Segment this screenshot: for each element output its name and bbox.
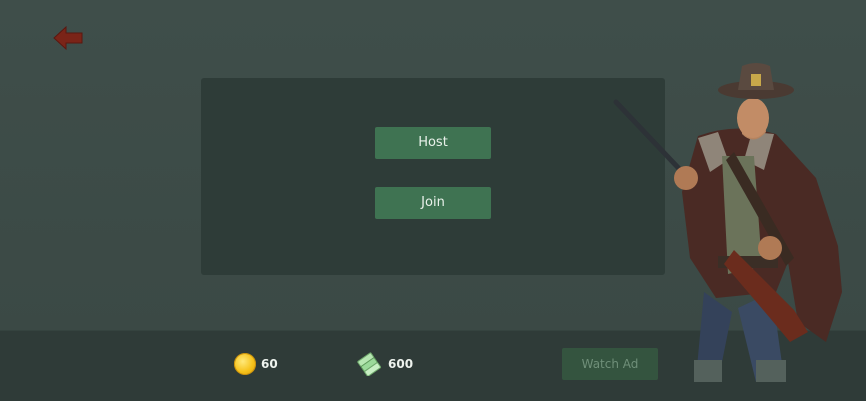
host-button[interactable]: Host	[375, 127, 491, 159]
cash-amount: 600	[388, 357, 414, 371]
join-button[interactable]: Join	[375, 187, 491, 219]
cowboy-character-illustration	[613, 63, 842, 382]
coin-balance: 60	[234, 353, 278, 375]
back-button[interactable]	[52, 24, 86, 52]
coin-icon	[234, 353, 256, 375]
multiplayer-menu-panel	[201, 78, 665, 275]
cash-balance: 600	[357, 352, 413, 376]
arrow-left-icon	[53, 25, 83, 51]
game-screen: Host Join 60 600 Watch Ad	[0, 0, 866, 401]
coin-amount: 60	[261, 357, 278, 371]
cash-stack-icon	[357, 352, 382, 376]
